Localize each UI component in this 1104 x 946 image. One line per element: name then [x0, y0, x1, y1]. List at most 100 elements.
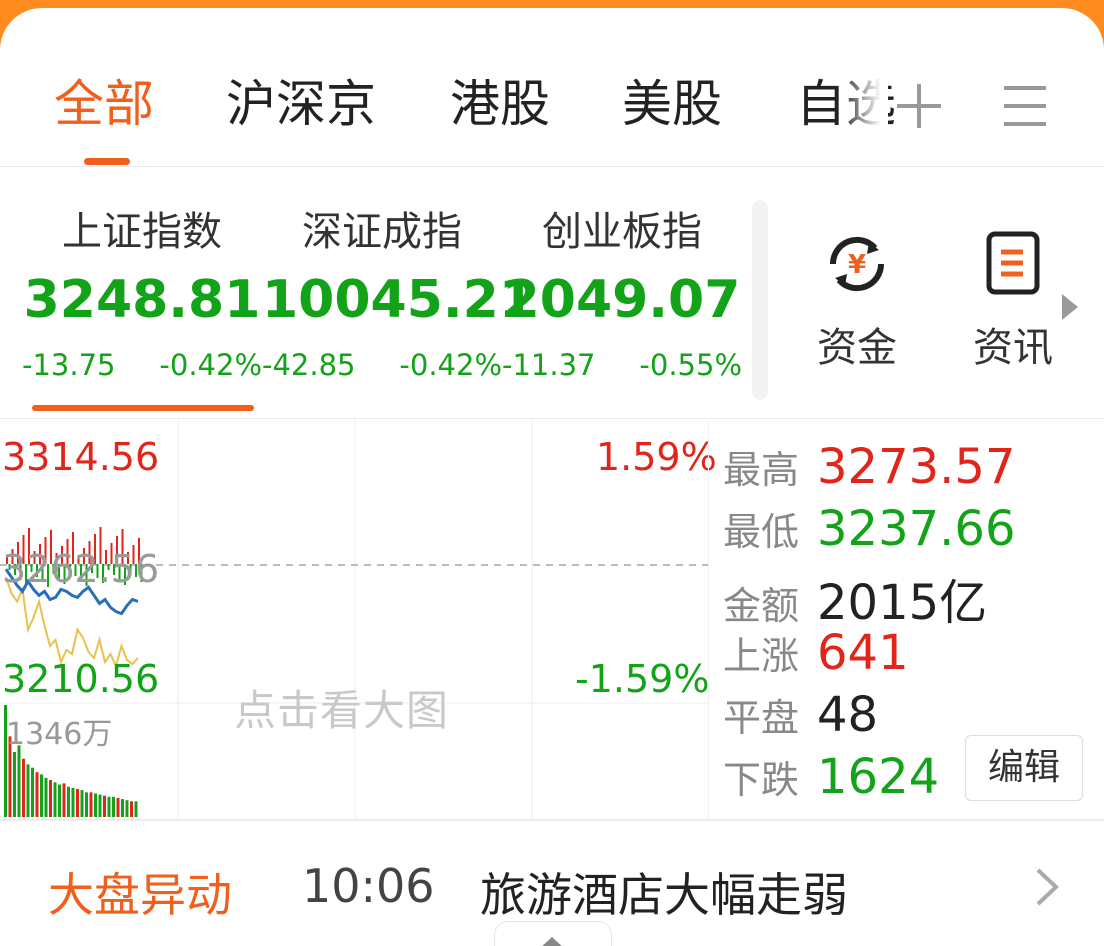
stat-decliners: 下跌 1624 [723, 749, 939, 805]
stat-label: 平盘 [723, 696, 800, 740]
volume-bar [53, 782, 57, 817]
volume-bar [80, 790, 84, 817]
volume-bar [31, 767, 34, 817]
alert-time: 10:06 [302, 859, 435, 913]
tab-hk[interactable]: 港股 [450, 74, 550, 134]
stat-value: 3273.57 [817, 439, 1016, 495]
volume-bar [85, 792, 88, 817]
market-stats: 最高 3273.57 最低 3237.66 金额 2015亿 上涨 641 平盘… [708, 419, 1104, 819]
stat-label: 下跌 [723, 758, 800, 802]
volume-bar [121, 799, 124, 817]
plus-icon[interactable] [893, 80, 945, 132]
alert-headline: 旅游酒店大幅走弱 [480, 868, 848, 922]
volume-label: 1346万 [6, 717, 113, 752]
index-pct: -0.42% [159, 348, 262, 382]
tab-all[interactable]: 全部 [54, 74, 154, 134]
volume-bar [103, 795, 106, 817]
index-change-row: -11.37 -0.55% [502, 347, 742, 383]
alert-title: 大盘异动 [48, 868, 232, 922]
caret-up-icon [542, 937, 562, 946]
market-tabs: 全部 沪深京 港股 美股 自选 [0, 8, 1104, 167]
index-value: 10045.21 [262, 270, 536, 330]
index-card-shanghai[interactable]: 上证指数 3248.81 -13.75 -0.42% [22, 203, 262, 403]
volume-bar [49, 780, 52, 817]
news-label: 资讯 [973, 325, 1053, 371]
volume-bar [112, 796, 115, 817]
index-change-row: -13.75 -0.42% [22, 347, 262, 383]
document-icon [986, 231, 1040, 295]
yuan-flow-icon: ¥ [829, 236, 885, 292]
stat-label: 最低 [723, 510, 800, 554]
stat-advancers: 上涨 641 [723, 625, 909, 681]
market-card: 全部 沪深京 港股 美股 自选 上证指数 3248.81 -13.75 -0 [0, 8, 1104, 946]
index-change: -11.37 [502, 348, 596, 382]
stat-label: 最高 [723, 448, 800, 492]
chart-bottom-pct: -1.59% [575, 657, 710, 701]
volume-bar [71, 787, 75, 817]
volume-bar [89, 792, 93, 817]
stat-label: 金额 [723, 584, 800, 628]
chart-top-price: 3314.56 [2, 435, 160, 479]
index-name: 创业板指 [542, 209, 702, 255]
chevron-right-icon[interactable] [1058, 292, 1082, 322]
index-name: 深证成指 [302, 209, 462, 255]
chevron-right-icon[interactable] [1034, 867, 1060, 907]
active-tab-indicator [84, 158, 130, 165]
index-pct: -0.42% [399, 348, 502, 382]
volume-bar [107, 796, 111, 817]
stat-value: 1624 [817, 749, 940, 805]
tab-us[interactable]: 美股 [622, 74, 722, 134]
selected-index-indicator [32, 405, 254, 411]
market-alert-row[interactable]: 大盘异动 10:06 旅游酒店大幅走弱 [0, 821, 1104, 946]
intraday-chart[interactable]: 3314.56 3262.56 3210.56 1.59% -1.59% 点击看… [0, 419, 717, 819]
index-change: -42.85 [262, 348, 356, 382]
tab-shenzhen[interactable]: 沪深京 [226, 74, 376, 134]
index-value: 3248.81 [23, 270, 261, 330]
stat-low: 最低 3237.66 [723, 501, 1016, 557]
volume-bar [58, 784, 61, 817]
stat-value: 641 [817, 625, 909, 681]
chart-canvas [0, 419, 708, 819]
stat-value: 3237.66 [817, 501, 1016, 557]
app-screen: 全部 沪深京 港股 美股 自选 上证指数 3248.81 -13.75 -0 [0, 0, 1104, 946]
menu-icon[interactable] [1000, 80, 1052, 132]
volume-bar [62, 783, 66, 817]
volume-bar [22, 758, 25, 817]
stat-value: 48 [817, 687, 879, 743]
stat-label: 上涨 [723, 634, 800, 678]
stat-high: 最高 3273.57 [723, 439, 1016, 495]
volume-bar [40, 774, 43, 817]
volume-bar [130, 801, 133, 817]
chart-grid [0, 419, 708, 819]
funds-button[interactable]: ¥ 资金 [802, 228, 912, 372]
volume-bar [94, 793, 97, 817]
index-name: 上证指数 [62, 209, 222, 255]
stat-unchanged: 平盘 48 [723, 687, 878, 743]
stat-amount: 金额 2015亿 [723, 563, 987, 631]
volume-bar [67, 786, 70, 817]
volume-bar [17, 745, 21, 817]
volume-bar [26, 764, 30, 817]
chart-bottom-price: 3210.56 [2, 657, 160, 701]
volume-bar [76, 789, 79, 817]
index-card-chinext[interactable]: 创业板指 2049.07 -11.37 -0.55% [502, 203, 742, 403]
tab-fade-overlay [840, 68, 888, 148]
chart-top-pct: 1.59% [596, 435, 717, 479]
index-card-shenzhen[interactable]: 深证成指 10045.21 -42.85 -0.42% [262, 203, 536, 403]
index-change-row: -42.85 -0.42% [262, 347, 502, 383]
index-change: -13.75 [22, 348, 116, 382]
edit-button[interactable]: 编辑 [965, 735, 1083, 801]
chart-mid-price: 3262.56 [2, 547, 160, 591]
index-value: 2049.07 [503, 270, 741, 330]
section-divider [752, 200, 768, 400]
volume-bar [134, 801, 138, 817]
chart-watermark: 点击看大图 [234, 686, 450, 735]
news-button[interactable]: 资讯 [958, 228, 1068, 372]
volume-bar [116, 797, 120, 817]
stat-value: 2015亿 [817, 575, 988, 631]
volume-bar [125, 800, 129, 817]
svg-text:¥: ¥ [848, 250, 866, 280]
index-pct: -0.55% [639, 348, 742, 382]
volume-bar [13, 752, 16, 817]
volume-bar [44, 777, 48, 817]
